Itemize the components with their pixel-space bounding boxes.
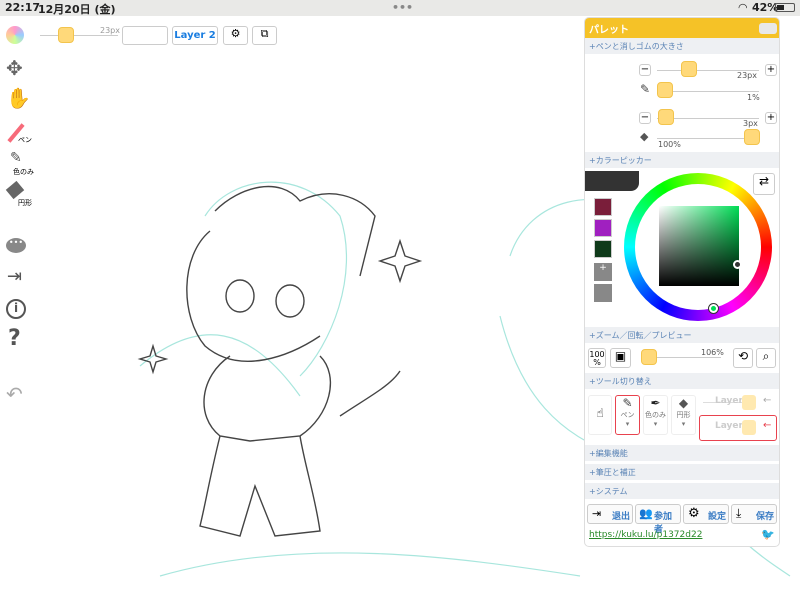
transform-icon[interactable]: ⧉ [252,26,277,45]
eraser-size-minus[interactable]: − [639,112,651,124]
help-icon[interactable]: ? [8,326,21,351]
pencil-icon: ✎ [640,82,651,96]
hue-cursor[interactable] [709,304,718,313]
swatch-options-icon[interactable] [594,284,612,302]
layer-button[interactable]: Layer 2 [172,26,218,45]
exit-icon: ⇥ [592,507,602,520]
exit-button[interactable]: ⇥ 退出 [587,504,633,524]
pen-opacity-value: 1% [747,93,760,102]
pen-size-minus[interactable]: − [639,64,651,76]
pen-tool-button[interactable]: ✎ ペン ▾ [615,395,640,435]
saturation-square[interactable] [659,206,739,286]
layer-visibility-knob[interactable] [742,395,756,410]
current-color [585,171,639,191]
eraser-small-icon: ◆ [640,130,649,143]
room-link[interactable]: https://kuku.lu/p1372d22 [589,530,702,540]
brush-settings-icon[interactable]: ⚙ [223,26,248,45]
eyedropper-icon[interactable]: ✎ [10,150,22,166]
layer-visibility-knob[interactable] [742,420,756,435]
pen-opacity-knob[interactable] [657,82,673,98]
eraser-tool-button[interactable]: ◆ 円形 ▾ [671,395,696,435]
palette-panel: パレット +ペンと消しゴムの大きさ − + 23px ✎ 1% − + 3px … [584,17,780,547]
time: 22:17 [5,1,41,14]
color-cursor[interactable] [733,260,742,269]
rotate-icon[interactable]: ⟲ [733,348,753,368]
swatch[interactable] [594,240,612,258]
palette-collapse-button[interactable] [759,23,777,34]
settings-button[interactable]: ⚙ 設定 [683,504,729,524]
section-tool-switch[interactable]: +ツール切り替え [585,373,779,389]
search-icon[interactable]: ⌕ [756,348,776,368]
section-color-picker[interactable]: +カラーピッカー [585,152,779,168]
swap-color-icon[interactable]: ⇄ [753,173,775,195]
eraser-opacity-value: 100% [658,140,681,149]
eyedropper-label: 色のみ [13,168,34,176]
section-system[interactable]: +システム [585,483,779,499]
info-icon[interactable]: i [6,299,26,319]
section-edit[interactable]: +編集機能 [585,445,779,461]
move-icon[interactable]: ✥ [6,56,23,80]
hand-icon[interactable]: ✋ [6,86,31,110]
pen-size-knob[interactable] [681,61,697,77]
eyedropper-tool-button[interactable]: ✒ 色のみ ▾ [643,395,668,435]
fit-screen-icon[interactable]: ▣ [610,348,631,368]
zoom-value: 106% [701,348,724,357]
people-icon: 👥 [639,507,653,520]
wifi-icon: ◠ [738,1,748,14]
size-slider-track[interactable] [40,35,118,36]
size-value: 23px [100,26,120,35]
arrow-left-icon: ← [763,420,772,431]
section-pen-size[interactable]: +ペンと消しゴムの大きさ [585,38,779,54]
exit-icon[interactable]: ⇥ [7,266,22,287]
arrow-left-icon[interactable]: ← [763,395,771,406]
size-slider-knob[interactable] [58,27,74,43]
undo-icon[interactable]: ↶ [6,382,23,406]
chat-icon[interactable]: ••• [6,238,26,253]
eraser-opacity-knob[interactable] [744,129,760,145]
save-button[interactable]: ⤓ 保存 [731,504,777,524]
eraser-label: 円形 [18,199,32,207]
eraser-size-value: 3px [743,119,758,128]
pen-size-value: 23px [737,71,757,80]
color-wheel-icon[interactable] [6,26,24,44]
more-icon[interactable]: ••• [392,1,413,14]
zoom-reset-button[interactable]: 100% [588,348,606,368]
twitter-icon[interactable]: 🐦 [761,528,775,541]
palette-title: パレット [585,18,779,38]
section-zoom[interactable]: +ズーム／回転／プレビュー [585,327,779,343]
download-icon: ⤓ [736,506,742,520]
eraser-size-plus[interactable]: + [765,112,777,124]
hand-tool-button[interactable]: ☝ [588,395,612,435]
layer-item-active[interactable]: Layer2 ← [699,415,777,441]
section-pressure[interactable]: +筆圧と補正 [585,464,779,480]
date: 12月20日 (金) [38,3,116,16]
pen-label: ペン [18,136,32,144]
zoom-slider-knob[interactable] [641,349,657,365]
participants-button[interactable]: 👥 参加者 [635,504,681,535]
pen-size-plus[interactable]: + [765,64,777,76]
swatch[interactable] [594,219,612,237]
battery-icon [775,3,795,12]
color-preview-button[interactable] [122,26,168,45]
eraser-size-knob[interactable] [658,109,674,125]
status-bar: 22:17 12月20日 (金) ••• ◠ 42% [0,0,800,16]
gear-icon: ⚙ [688,506,700,521]
swatch[interactable] [594,198,612,216]
add-swatch-icon[interactable]: + [594,263,612,281]
